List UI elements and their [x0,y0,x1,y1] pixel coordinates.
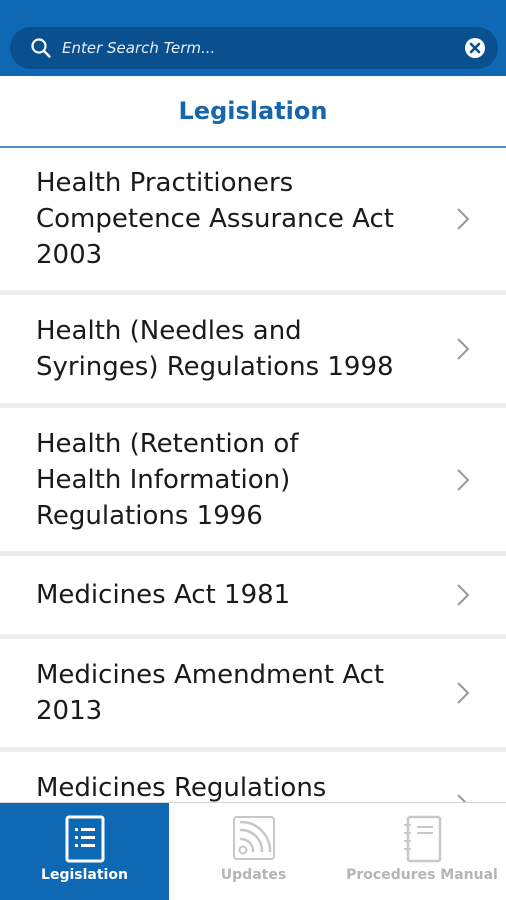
top-bar [0,0,506,76]
search-icon [31,38,51,58]
list-item-label: Health (Retention of Health Information)… [36,426,426,534]
list-item-line: Health Information) [36,465,291,495]
tab-procedures-manual[interactable]: Procedures Manual [338,803,506,900]
chevron-right-icon [457,682,470,704]
list-item-line: Health Practitioners [36,168,294,198]
list-item[interactable]: Medicines Act 1981 [0,556,506,634]
tab-updates[interactable]: Updates [169,803,338,900]
list-item[interactable]: Health (Retention of Health Information)… [0,408,506,551]
list-item-line: Health (Needles and [36,316,302,346]
list-document-icon [65,815,104,863]
tab-procedures-manual-label: Procedures Manual [346,867,498,883]
chevron-right-icon [457,469,470,491]
chevron-right-icon [457,794,467,802]
tab-legislation[interactable]: Legislation [0,803,169,900]
list-item[interactable]: Health Practitioners Competence Assuranc… [0,148,506,290]
list-item-line: Health (Retention of [36,429,299,459]
list-item-line: Syringes) Regulations 1998 [36,352,394,382]
search-input[interactable] [62,27,442,69]
title-bar: Legislation [0,76,506,148]
list-item[interactable]: Medicines Amendment Act 2013 [0,639,506,747]
list-item-line: Regulations 1996 [36,501,263,531]
list-item-label: Medicines Regulations [36,770,426,802]
rss-feed-icon [232,816,275,860]
list-item-line: 2003 [36,240,103,270]
list-item-line: Medicines Regulations [36,773,327,802]
legislation-list: Health Practitioners Competence Assuranc… [0,148,506,802]
clear-icon[interactable] [464,37,486,59]
chevron-right-icon [457,338,470,360]
list-item-label: Health Practitioners Competence Assuranc… [36,165,426,273]
notebook-icon [404,815,442,863]
bottom-nav: Legislation Updates Procedures Manual [0,802,506,900]
tab-legislation-label: Legislation [41,867,128,883]
page-title: Legislation [178,97,328,125]
list-item-line: 2013 [36,696,103,726]
list-item[interactable]: Medicines Regulations [0,752,506,802]
search-bar[interactable] [10,27,498,69]
list-item-label: Medicines Act 1981 [36,577,426,613]
list-item-label: Health (Needles and Syringes) Regulation… [36,313,426,385]
list-item-line: Medicines Amendment Act [36,660,385,690]
list-item-line: Competence Assurance Act [36,204,394,234]
list-item-line: Medicines Act 1981 [36,580,291,610]
chevron-right-icon [457,208,470,230]
chevron-right-icon [457,584,470,606]
tab-updates-label: Updates [220,867,287,883]
list-item-label: Medicines Amendment Act 2013 [36,657,426,729]
list-item[interactable]: Health (Needles and Syringes) Regulation… [0,295,506,403]
